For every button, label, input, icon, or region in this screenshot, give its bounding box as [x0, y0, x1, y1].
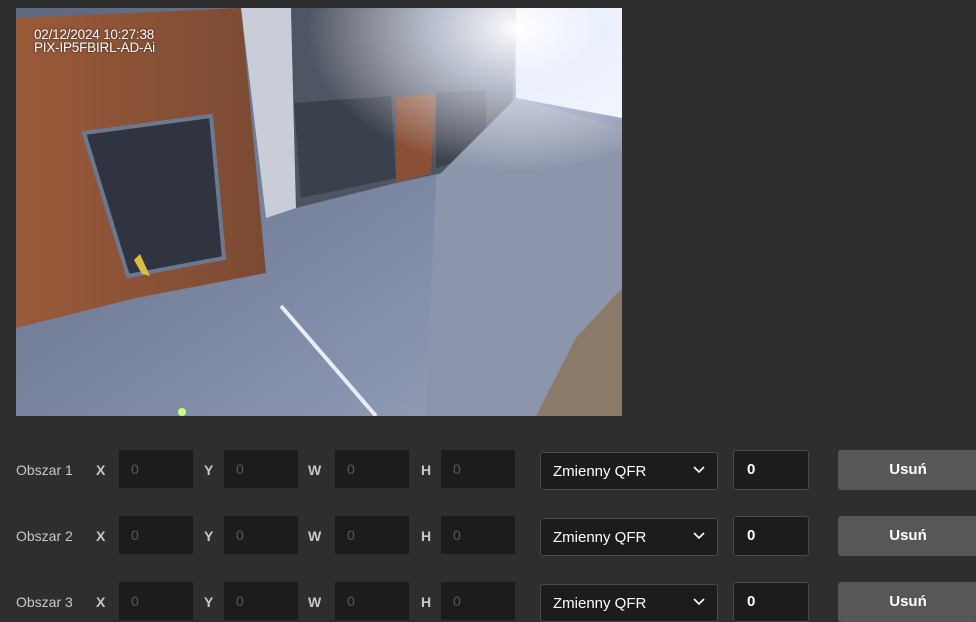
h-label: H — [421, 594, 432, 610]
x-label: X — [96, 462, 106, 478]
camera-scene — [16, 8, 622, 416]
w-input[interactable]: 0 — [335, 450, 409, 488]
quality-value-input[interactable]: 0 — [733, 516, 809, 556]
x-input[interactable]: 0 — [119, 516, 193, 554]
quality-value-input[interactable]: 0 — [733, 582, 809, 622]
region-row-3: Obszar 3 X 0 Y 0 W 0 H 0 Zmienny QFR 0 U… — [0, 582, 976, 622]
camera-preview[interactable]: 02/12/2024 10:27:38 PIX-IP5FBIRL-AD-Ai — [16, 8, 622, 416]
h-input[interactable]: 0 — [441, 450, 515, 488]
h-label: H — [421, 528, 432, 544]
y-label: Y — [204, 462, 214, 478]
h-input[interactable]: 0 — [441, 516, 515, 554]
w-label: W — [308, 594, 322, 610]
w-input[interactable]: 0 — [335, 582, 409, 620]
x-label: X — [96, 528, 106, 544]
region-label: Obszar 1 — [16, 462, 73, 478]
mode-select[interactable]: Zmienny QFR — [540, 518, 718, 556]
x-input[interactable]: 0 — [119, 450, 193, 488]
region-label: Obszar 2 — [16, 528, 73, 544]
w-label: W — [308, 528, 322, 544]
region-row-2: Obszar 2 X 0 Y 0 W 0 H 0 Zmienny QFR 0 U… — [0, 516, 976, 556]
y-label: Y — [204, 594, 214, 610]
region-label: Obszar 3 — [16, 594, 73, 610]
delete-button[interactable]: Usuń — [838, 582, 976, 622]
osd-camera-name: PIX-IP5FBIRL-AD-Ai — [34, 40, 155, 55]
chevron-down-icon — [693, 466, 705, 474]
quality-value-input[interactable]: 0 — [733, 450, 809, 490]
y-input[interactable]: 0 — [224, 582, 298, 620]
mode-select[interactable]: Zmienny QFR — [540, 584, 718, 622]
w-label: W — [308, 462, 322, 478]
x-input[interactable]: 0 — [119, 582, 193, 620]
w-input[interactable]: 0 — [335, 516, 409, 554]
mode-select-value: Zmienny QFR — [553, 529, 647, 546]
y-input[interactable]: 0 — [224, 450, 298, 488]
chevron-down-icon — [693, 532, 705, 540]
h-input[interactable]: 0 — [441, 582, 515, 620]
chevron-down-icon — [693, 598, 705, 606]
mode-select[interactable]: Zmienny QFR — [540, 452, 718, 490]
mode-select-value: Zmienny QFR — [553, 595, 647, 612]
delete-button[interactable]: Usuń — [838, 516, 976, 556]
region-row-1: Obszar 1 X 0 Y 0 W 0 H 0 Zmienny QFR 0 U… — [0, 450, 976, 490]
mode-select-value: Zmienny QFR — [553, 463, 647, 480]
y-input[interactable]: 0 — [224, 516, 298, 554]
camera-osd: 02/12/2024 10:27:38 PIX-IP5FBIRL-AD-Ai — [34, 28, 155, 55]
delete-button[interactable]: Usuń — [838, 450, 976, 490]
h-label: H — [421, 462, 432, 478]
x-label: X — [96, 594, 106, 610]
y-label: Y — [204, 528, 214, 544]
